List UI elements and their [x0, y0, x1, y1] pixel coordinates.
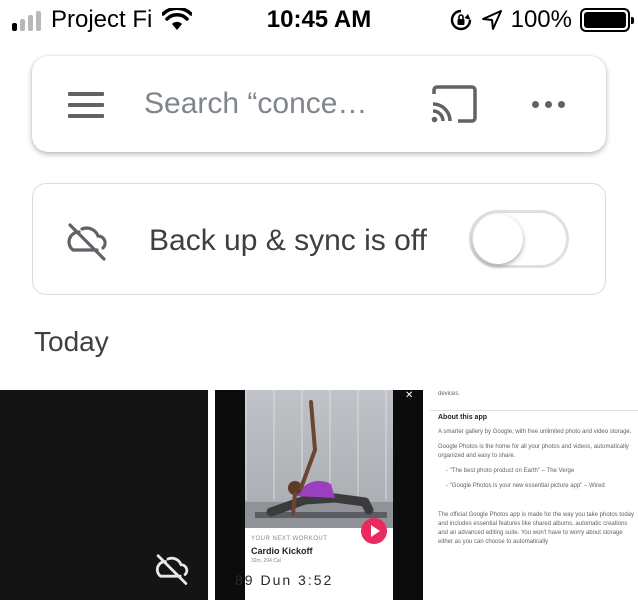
status-bar: Project Fi 10:45 AM 100% [0, 0, 638, 40]
doc-quote: - "Google Photos is your new essential p… [446, 483, 605, 489]
location-arrow-icon [481, 10, 502, 30]
photo-thumbnail[interactable]: ✕ YOUR NEXT WORKOUT Cardio Kickoff 32m, … [215, 390, 423, 600]
search-bar [32, 56, 606, 152]
battery-percent: 100% [510, 6, 572, 33]
toggle-knob [473, 214, 523, 264]
unlock-cta: Unlock personalized workouts [253, 588, 385, 598]
more-options-icon[interactable] [532, 96, 568, 112]
rotation-lock-icon [450, 9, 471, 31]
play-icon [361, 518, 387, 544]
section-title: Today [34, 326, 109, 357]
status-bar-right: 100% [449, 6, 634, 34]
workout-meta: 32m, 294 Cal [251, 558, 281, 564]
doc-paragraph: Google Photos is the home for all your p… [438, 444, 629, 459]
menu-icon[interactable] [68, 92, 104, 118]
cast-icon[interactable] [430, 84, 478, 124]
faded-stats: 89 Dun 3:52 [235, 572, 334, 588]
app-description: devices. About this app A smarter galler… [438, 390, 634, 553]
doc-paragraph: A smarter gallery by Google, with free u… [438, 429, 632, 435]
photo-thumbnail[interactable]: devices. About this app A smarter galler… [430, 390, 638, 600]
doc-heading: About this app [438, 414, 487, 421]
backup-sync-card[interactable]: Back up & sync is off [32, 183, 606, 295]
backup-status-label: Back up & sync is off [149, 224, 427, 257]
doc-top-text: devices. [438, 391, 461, 397]
search-input[interactable] [144, 82, 394, 126]
doc-paragraph: The official Google Photos app is made f… [438, 512, 635, 545]
battery-icon [580, 8, 634, 32]
divider [430, 410, 638, 411]
workout-figure [255, 400, 387, 518]
close-icon: ✕ [405, 390, 414, 401]
photo-thumbnail[interactable] [0, 390, 208, 600]
doc-quote: - "The best photo product on Earth" – Th… [446, 468, 575, 474]
cloud-off-icon [155, 554, 189, 585]
workout-preview: ✕ YOUR NEXT WORKOUT Cardio Kickoff 32m, … [245, 390, 413, 600]
workout-title: Cardio Kickoff [251, 546, 313, 556]
backup-toggle[interactable] [469, 210, 569, 268]
cloud-off-icon [67, 223, 107, 261]
workout-kicker: YOUR NEXT WORKOUT [251, 536, 328, 542]
